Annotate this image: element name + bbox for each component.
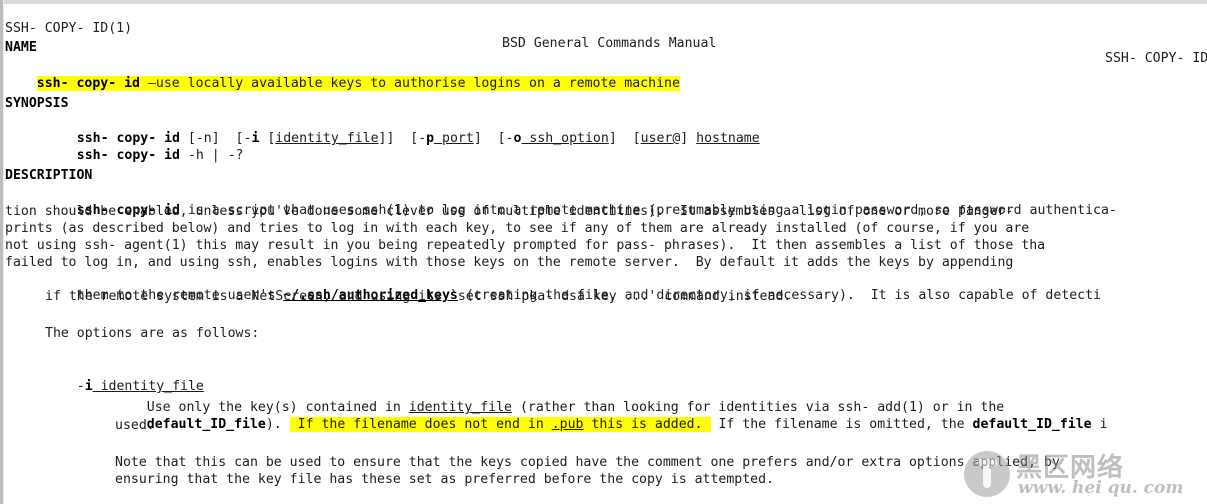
watermark-site-url: www. hei qu. com (1018, 478, 1184, 498)
name-command: ssh- copy- id (36, 76, 140, 91)
option-i-flag: i (84, 379, 93, 394)
description-paragraph-line-3: prints (as described below) and tries to… (5, 221, 1030, 236)
option-i-body2-end: i (1091, 417, 1108, 432)
option-i-body-line-3: used. (115, 418, 155, 433)
options-intro-line: The options are as follows: (45, 326, 260, 341)
option-i-body2-tail: If the filename is omitted, the (710, 417, 973, 432)
section-heading-name: NAME (5, 40, 37, 55)
man-page-document: SSH- COPY- ID(1) BSD General Commands Ma… (0, 0, 1207, 504)
option-i-body-line-2: default_ID_file). If the filename does n… (115, 401, 1108, 449)
synopsis-command-2: ssh- copy- id (76, 148, 180, 163)
description-paragraph-line-7: if the remote system is a NetScreen, and… (45, 289, 792, 304)
option-i-note-line-2: ensuring that the key file has these set… (115, 472, 774, 487)
default-id-file-term-2: default_ID_file (972, 417, 1092, 432)
synopsis-help-flags: -h | -? (179, 148, 244, 163)
default-id-file-term: default_ID_file (146, 417, 266, 432)
pub-extension: .pub (551, 417, 584, 432)
synopsis-ssh-option: ssh_option (521, 131, 609, 146)
synopsis-bracket-open: [ (259, 131, 276, 146)
description-paragraph-line-2: tion should be enabled, unless you've do… (5, 204, 1014, 219)
option-i-body2-mid: ). (265, 417, 290, 432)
option-i-dash: - (76, 379, 85, 394)
name-entry-line: ssh- copy- id —use locally available key… (5, 60, 680, 108)
synopsis-tail: ] [ (608, 131, 641, 146)
synopsis-mid: ] [- (473, 131, 514, 146)
man-page-header: SSH- COPY- ID(1) BSD General Commands Ma… (5, 6, 1207, 66)
option-i-note-line-1: Note that this can be used to ensure tha… (115, 455, 1060, 470)
description-paragraph-line-4: not using ssh- agent(1) this may result … (5, 238, 1046, 253)
synopsis-bracket-close: ]] [- (378, 131, 427, 146)
header-left-title: SSH- COPY- ID(1) (5, 21, 133, 36)
option-i-body2-highlight-post: this is added. (583, 417, 711, 432)
synopsis-flag-p: p (426, 131, 435, 146)
section-heading-description: DESCRIPTION (5, 168, 93, 183)
synopsis-hostname: hostname (696, 131, 760, 146)
description-paragraph-line-5: failed to log in, and using ssh, enables… (5, 255, 1014, 270)
name-description: use locally available keys to authorise … (155, 76, 680, 91)
synopsis-port: port (434, 131, 474, 146)
option-i-body2-highlight-pre: If the filename does not end in (289, 417, 552, 432)
synopsis-tail2: ] (680, 131, 697, 146)
header-center-title: BSD General Commands Manual (502, 36, 717, 51)
name-dash: — (139, 76, 156, 91)
synopsis-user: user@ (640, 131, 681, 146)
header-right-title: SSH- COPY- ID( (1105, 51, 1207, 66)
synopsis-identity-file: identity_file (275, 131, 379, 146)
section-heading-synopsis: SYNOPSIS (5, 96, 69, 111)
